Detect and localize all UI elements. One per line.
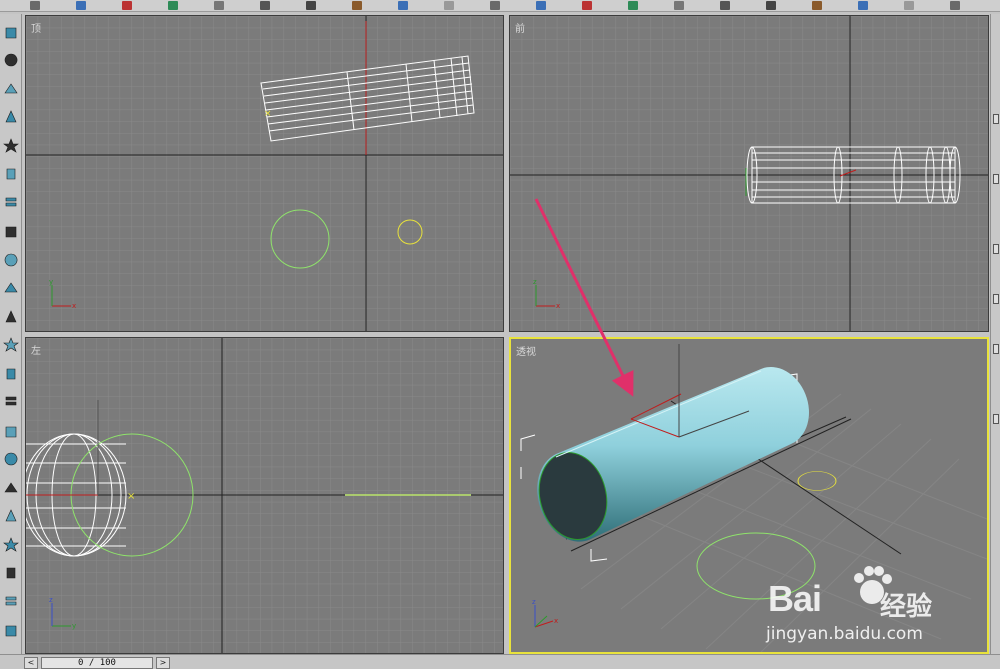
axis-label-z: z bbox=[49, 596, 53, 604]
status-bar: < 0 / 100 > bbox=[0, 654, 1000, 669]
rollout-toggle[interactable] bbox=[993, 294, 999, 304]
rotate-icon[interactable] bbox=[122, 1, 132, 10]
viewport-grid: x z bbox=[510, 16, 988, 331]
star-icon[interactable] bbox=[1, 136, 20, 155]
axis-label-z: z bbox=[533, 278, 537, 286]
quick-render-icon[interactable] bbox=[904, 1, 914, 10]
bend-icon[interactable] bbox=[1, 478, 20, 497]
viewport-left[interactable]: 左 × y z bbox=[25, 337, 504, 654]
max-application-window: 顶 × x y 前 x z 左 × y z 透视 x z Bai 经验 jing… bbox=[0, 0, 1000, 669]
helper-icon[interactable] bbox=[1, 564, 20, 583]
viewport-grid: × y z bbox=[26, 338, 503, 653]
bind-icon[interactable] bbox=[398, 1, 408, 10]
viewport-front[interactable]: 前 x z bbox=[509, 15, 989, 332]
cone-icon[interactable] bbox=[1, 108, 20, 127]
command-panel-edge bbox=[990, 14, 1000, 654]
viewport-grid: × x y bbox=[26, 16, 503, 331]
select-icon[interactable] bbox=[30, 1, 40, 10]
angle-snap-icon[interactable] bbox=[536, 1, 546, 10]
tools-icon[interactable] bbox=[1, 307, 20, 326]
spell-icon[interactable] bbox=[950, 1, 960, 10]
axis-label-y: y bbox=[72, 622, 76, 630]
scale-icon[interactable] bbox=[168, 1, 178, 10]
schematic-icon[interactable] bbox=[766, 1, 776, 10]
particle-icon[interactable] bbox=[1, 507, 20, 526]
sphere-icon[interactable] bbox=[1, 51, 20, 70]
box-icon[interactable] bbox=[1, 22, 20, 41]
svg-text:×: × bbox=[127, 491, 135, 502]
mirror-icon[interactable] bbox=[582, 1, 592, 10]
viewport-perspective[interactable]: 透视 x z bbox=[509, 337, 989, 654]
layers-icon[interactable] bbox=[1, 193, 20, 212]
hammer-icon[interactable] bbox=[1, 250, 20, 269]
layer-icon[interactable] bbox=[674, 1, 684, 10]
wave-icon[interactable] bbox=[1, 364, 20, 383]
spiral-icon[interactable] bbox=[1, 393, 20, 412]
viewport-grid: x z bbox=[511, 339, 987, 652]
axis-label-x: x bbox=[72, 302, 76, 310]
render-icon[interactable] bbox=[858, 1, 868, 10]
utility-icon[interactable] bbox=[1, 421, 20, 440]
redo-icon[interactable] bbox=[260, 1, 270, 10]
next-frame-button[interactable]: > bbox=[156, 656, 170, 669]
camera-icon[interactable] bbox=[1, 535, 20, 554]
rollout-toggle[interactable] bbox=[993, 114, 999, 124]
axis-label-x: x bbox=[554, 617, 558, 625]
light-icon[interactable] bbox=[1, 165, 20, 184]
move-icon[interactable] bbox=[76, 1, 86, 10]
viewport-label[interactable]: 顶 bbox=[31, 20, 41, 35]
space-warp-icon[interactable] bbox=[1, 592, 20, 611]
link-icon[interactable] bbox=[306, 1, 316, 10]
svg-text:×: × bbox=[264, 109, 272, 119]
curve-icon[interactable] bbox=[720, 1, 730, 10]
snap-icon[interactable] bbox=[490, 1, 500, 10]
filter-icon[interactable] bbox=[444, 1, 454, 10]
material-icon[interactable] bbox=[812, 1, 822, 10]
rollout-toggle[interactable] bbox=[993, 414, 999, 424]
viewport-label[interactable]: 透视 bbox=[516, 343, 536, 358]
prev-frame-button[interactable]: < bbox=[24, 656, 38, 669]
rollout-toggle[interactable] bbox=[993, 344, 999, 354]
viewport-label[interactable]: 前 bbox=[515, 20, 525, 35]
display-icon[interactable] bbox=[1, 336, 20, 355]
undo-icon[interactable] bbox=[214, 1, 224, 10]
axis-label-z: z bbox=[532, 598, 536, 606]
system-icon[interactable] bbox=[1, 621, 20, 640]
viewport-top[interactable]: 顶 × x y bbox=[25, 15, 504, 332]
wrench-icon[interactable] bbox=[1, 222, 20, 241]
main-toolbar bbox=[0, 0, 1000, 12]
axis-label-y: y bbox=[49, 278, 53, 286]
bone-icon[interactable] bbox=[1, 450, 20, 469]
teapot-icon[interactable] bbox=[1, 79, 20, 98]
time-slider[interactable]: < 0 / 100 > bbox=[24, 656, 174, 669]
command-toolbar bbox=[0, 14, 22, 654]
rollout-toggle[interactable] bbox=[993, 174, 999, 184]
axis-label-x: x bbox=[556, 302, 560, 310]
rollout-toggle[interactable] bbox=[993, 244, 999, 254]
unlink-icon[interactable] bbox=[352, 1, 362, 10]
gear-icon[interactable] bbox=[1, 279, 20, 298]
align-icon[interactable] bbox=[628, 1, 638, 10]
frame-counter[interactable]: 0 / 100 bbox=[41, 656, 153, 669]
viewport-label[interactable]: 左 bbox=[31, 342, 41, 357]
